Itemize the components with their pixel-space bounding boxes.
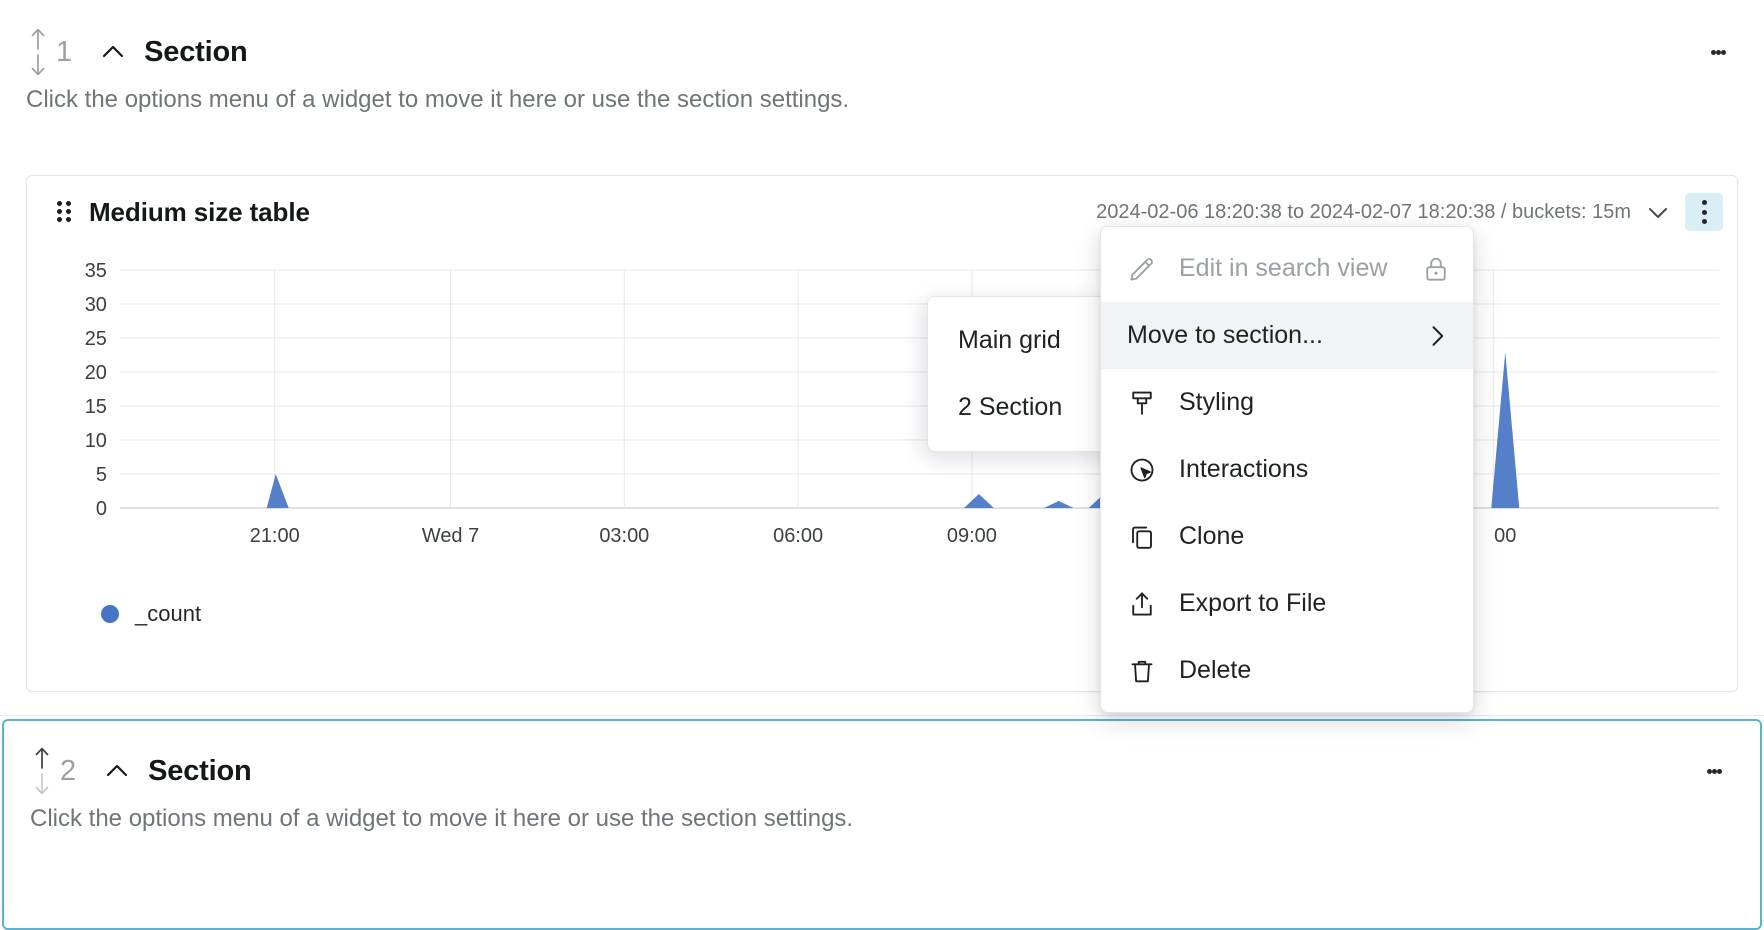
chevron-up-icon: [102, 756, 132, 786]
menu-item-delete[interactable]: Delete: [1101, 637, 1473, 704]
pencil-icon: [1127, 254, 1161, 284]
menu-item-label: Move to section...: [1127, 321, 1423, 350]
chart-gridlines: [120, 270, 1719, 508]
menu-item-label: Export to File: [1179, 589, 1451, 618]
svg-text:15: 15: [85, 396, 107, 418]
svg-text:10: 10: [85, 430, 107, 452]
svg-text:Wed 7: Wed 7: [422, 525, 479, 547]
widget-time-range: 2024-02-06 18:20:38 to 2024-02-07 18:20:…: [1096, 201, 1631, 224]
chart-series-count: [120, 352, 1719, 508]
grip-dot: [57, 201, 62, 206]
lock-icon: [1421, 254, 1451, 284]
cursor-target-icon: [1127, 455, 1161, 485]
grip-dot: [57, 209, 62, 214]
menu-item-clone[interactable]: Clone: [1101, 503, 1473, 570]
section-2: 2 Section Click the options menu of a wi…: [2, 719, 1762, 930]
grip-dot: [57, 217, 62, 222]
menu-item-edit-in-search-view: Edit in search view: [1101, 235, 1473, 302]
export-share-icon: [1127, 589, 1161, 619]
menu-item-label: Edit in search view: [1179, 254, 1421, 283]
svg-text:21:00: 21:00: [250, 525, 300, 547]
chart-y-axis-labels: 35 30 25 20 15 10 5 0: [85, 260, 107, 520]
move-to-section-submenu: Main grid 2 Section: [927, 296, 1127, 452]
kebab-dot: [1702, 200, 1707, 205]
kebab-dot: [1712, 769, 1717, 774]
grip-dot: [66, 217, 71, 222]
svg-text:20: 20: [85, 362, 107, 384]
svg-text:35: 35: [85, 260, 107, 282]
menu-item-styling[interactable]: Styling: [1101, 369, 1473, 436]
section-2-options-button[interactable]: [1694, 751, 1734, 791]
arrow-down-icon[interactable]: [32, 771, 52, 797]
dashboard-page: 1 Section Click the options menu of a wi…: [0, 0, 1764, 930]
kebab-dot: [1721, 50, 1726, 55]
menu-item-interactions[interactable]: Interactions: [1101, 436, 1473, 503]
arrow-down-icon[interactable]: [28, 52, 48, 78]
drag-grip-icon[interactable]: [57, 199, 75, 225]
section-1-title: Section: [144, 36, 247, 69]
arrow-up-icon[interactable]: [28, 26, 48, 52]
section-2-reorder-arrows[interactable]: [30, 742, 54, 800]
copy-icon: [1127, 522, 1161, 552]
submenu-item-label: Main grid: [958, 326, 1061, 355]
section-1-header: 1 Section: [0, 0, 1764, 104]
widget-header: Medium size table 2024-02-06 18:20:38 to…: [27, 176, 1737, 248]
menu-item-label: Delete: [1179, 656, 1451, 685]
section-1-collapse-button[interactable]: [94, 33, 132, 71]
svg-text:03:00: 03:00: [599, 525, 649, 547]
paint-brush-icon: [1127, 388, 1161, 418]
kebab-dot: [1702, 219, 1707, 224]
chevron-up-icon: [98, 37, 128, 67]
kebab-dot: [1717, 769, 1722, 774]
widget-options-button[interactable]: [1685, 193, 1723, 231]
widget-time-range-dropdown[interactable]: [1641, 195, 1675, 229]
section-1-number: 1: [56, 36, 72, 69]
section-1-reorder-arrows[interactable]: [26, 23, 50, 81]
section-2-number: 2: [60, 755, 76, 788]
svg-text:09:00: 09:00: [947, 525, 997, 547]
menu-item-move-to-section[interactable]: Move to section...: [1101, 302, 1473, 369]
chevron-right-icon: [1423, 322, 1451, 350]
kebab-dot: [1711, 50, 1716, 55]
menu-item-label: Interactions: [1179, 455, 1451, 484]
trash-icon: [1127, 656, 1161, 686]
chart-legend[interactable]: _count: [101, 601, 201, 627]
section-2-header: 2 Section: [4, 721, 1760, 821]
kebab-dot: [1702, 210, 1707, 215]
submenu-item-2-section[interactable]: 2 Section: [928, 374, 1126, 441]
menu-item-label: Clone: [1179, 522, 1451, 551]
section-1: 1 Section Click the options menu of a wi…: [0, 0, 1764, 716]
menu-item-label: Styling: [1179, 388, 1451, 417]
widget-context-menu: Edit in search view Move to section...: [1100, 226, 1474, 713]
submenu-item-label: 2 Section: [958, 393, 1062, 422]
submenu-item-main-grid[interactable]: Main grid: [928, 307, 1126, 374]
section-2-title: Section: [148, 755, 251, 788]
menu-item-export-to-file[interactable]: Export to File: [1101, 570, 1473, 637]
legend-color-swatch: [101, 605, 119, 623]
kebab-dot: [1707, 769, 1712, 774]
arrow-up-icon[interactable]: [32, 745, 52, 771]
svg-text:5: 5: [96, 464, 107, 486]
svg-text:25: 25: [85, 328, 107, 350]
chevron-down-icon: [1645, 199, 1671, 225]
grip-dot: [66, 209, 71, 214]
section-2-collapse-button[interactable]: [98, 752, 136, 790]
widget-card: Medium size table 2024-02-06 18:20:38 to…: [26, 175, 1738, 692]
svg-text:00: 00: [1494, 525, 1516, 547]
kebab-dot: [1716, 50, 1721, 55]
svg-text:0: 0: [96, 498, 107, 520]
svg-text:06:00: 06:00: [773, 525, 823, 547]
widget-title: Medium size table: [89, 197, 310, 228]
grip-dot: [66, 201, 71, 206]
svg-text:30: 30: [85, 294, 107, 316]
section-1-options-button[interactable]: [1698, 32, 1738, 72]
legend-label: _count: [135, 601, 201, 627]
